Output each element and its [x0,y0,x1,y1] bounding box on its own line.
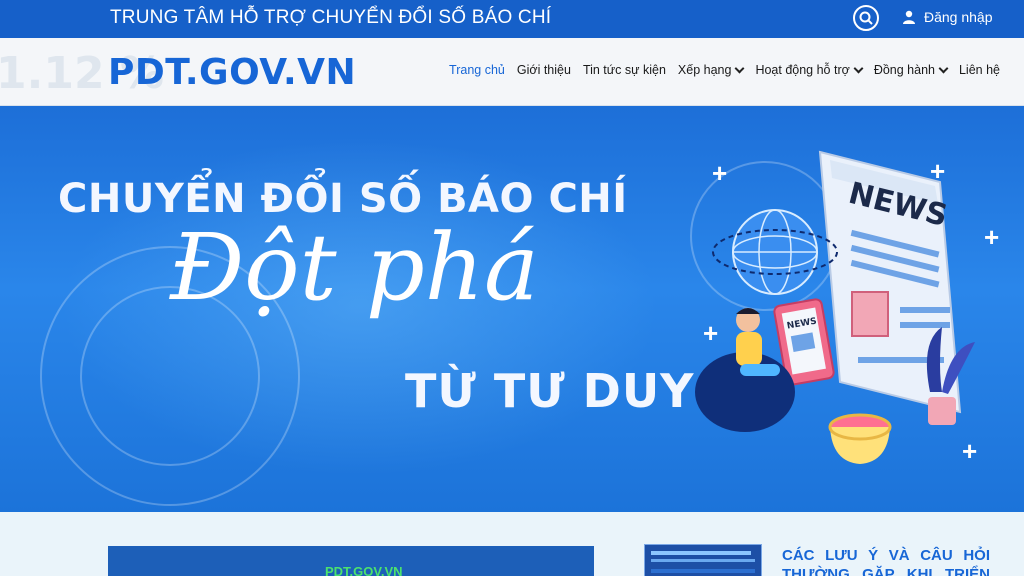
main-nav: Trang chủ Giới thiệu Tin tức sự kiện Xếp… [449,63,1000,77]
nav-item-ranking[interactable]: Xếp hạng [677,63,745,77]
login-label: Đăng nhập [924,9,993,25]
thumb-line [651,569,755,573]
nav-item-news[interactable]: Tin tức sự kiện [583,63,666,77]
hero-script-title: Đột phá [170,214,539,321]
nav-item-support[interactable]: Hoạt động hỗ trợ [755,63,864,77]
cup-icon [828,413,892,464]
top-bar: TRUNG TÂM HỖ TRỢ CHUYỂN ĐỔI SỐ BÁO CHÍ Đ… [0,0,1024,38]
nav-label: Tin tức sự kiện [582,63,666,77]
featured-image[interactable]: PDT.GOV.VN [108,546,594,576]
nav-label: Liên hệ [958,63,1000,77]
nav-label: Hoạt động hỗ trợ [755,63,850,77]
login-link[interactable]: Đăng nhập [902,9,993,25]
search-icon [859,11,873,25]
thumb-line [651,551,751,555]
content-section: PDT.GOV.VN CÁC LƯU Ý VÀ CÂU HỎI THƯỜNG G… [0,512,1024,576]
featured-image-label: PDT.GOV.VN [325,564,403,576]
user-icon [903,10,915,24]
chevron-down-icon [853,63,864,73]
thumb-line [651,559,755,562]
nav-item-home[interactable]: Trang chủ [449,63,505,77]
chevron-down-icon [734,63,745,73]
globe-icon [712,209,838,295]
nav-item-contact[interactable]: Liên hệ [959,63,1000,77]
hero-banner[interactable]: CHUYỂN ĐỔI SỐ BÁO CHÍ Đột phá TỪ TƯ DUY … [0,106,1024,512]
hero-subheading: TỪ TƯ DUY [405,364,695,418]
main-header: 1.12 % PDT.GOV.VN Trang chủ Giới thiệu T… [0,38,1024,106]
news-thumbnail[interactable] [644,544,762,576]
news-illustration: NEWS NEWS [695,150,975,464]
search-button[interactable] [853,5,879,31]
nav-label: Đồng hành [873,63,935,77]
nav-label: Xếp hạng [677,63,732,77]
nav-label: Trang chủ [449,63,505,77]
site-logo[interactable]: PDT.GOV.VN [108,52,356,93]
nav-item-partners[interactable]: Đồng hành [873,63,949,77]
nav-label: Giới thiệu [516,63,571,77]
nav-item-about[interactable]: Giới thiệu [517,63,571,77]
chevron-down-icon [938,63,949,73]
news-title-link[interactable]: CÁC LƯU Ý VÀ CÂU HỎI THƯỜNG GẶP KHI TRIỂ… [782,546,990,576]
site-title: TRUNG TÂM HỖ TRỢ CHUYỂN ĐỔI SỐ BÁO CHÍ [110,7,552,28]
